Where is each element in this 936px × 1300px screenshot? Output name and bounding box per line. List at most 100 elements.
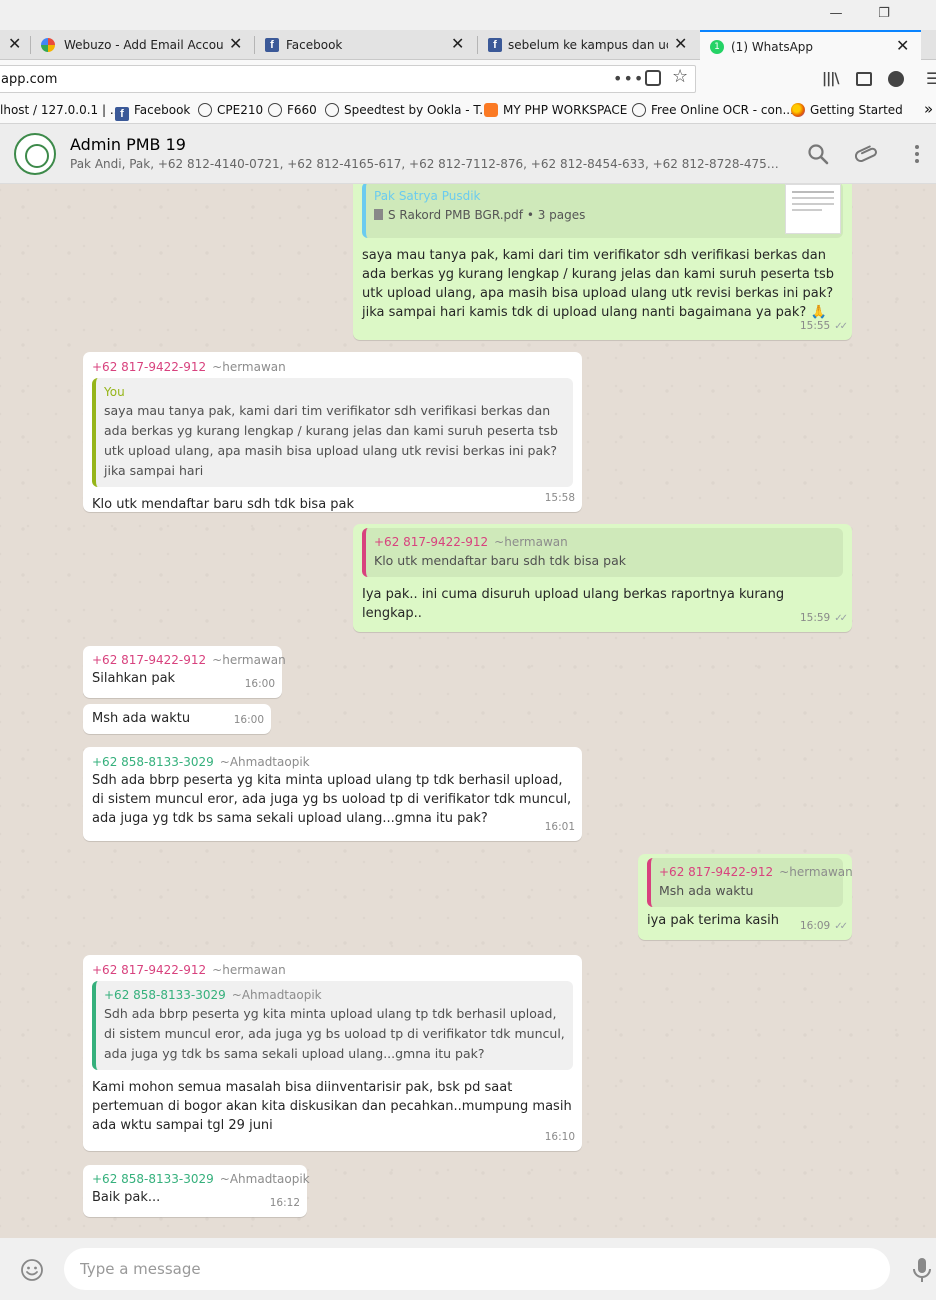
read-receipt-icon: ✓✓ <box>834 613 848 624</box>
quoted-message[interactable]: +62 858-8133-3029 ~Ahmadtaopik Sdh ada bb… <box>92 981 573 1070</box>
quoted-sender-number: +62 817-9422-912 <box>659 865 774 879</box>
message-outgoing[interactable]: +62 817-9422-912 ~hermawan Msh ada waktu … <box>638 854 853 940</box>
close-icon[interactable]: ✕ <box>8 35 21 53</box>
close-icon[interactable]: ✕ <box>229 35 242 53</box>
message-input[interactable] <box>80 1258 860 1280</box>
message-time: 15:59 <box>799 612 831 624</box>
facebook-icon: f <box>488 38 502 52</box>
whatsapp-icon: 1 <box>710 40 724 54</box>
webuzo-icon <box>41 38 55 52</box>
quoted-file-info: S Rakord PMB BGR.pdf • 3 pages <box>374 205 773 225</box>
chat-header[interactable]: Admin PMB 19 Pak Andi, Pak, +62 812-4140… <box>0 124 936 184</box>
quoted-sender: +62 817-9422-912 ~hermawan <box>374 533 835 551</box>
sender-number: +62 817-9422-912 <box>92 653 207 667</box>
read-receipt-icon: ✓✓ <box>834 321 848 332</box>
bookmark-star-icon[interactable]: ☆ <box>672 68 688 86</box>
bookmark-online-ocr[interactable]: Free Online OCR - con... <box>632 103 794 117</box>
message-incoming[interactable]: +62 858-8133-3029 ~Ahmadtaopik Baik pak..… <box>83 1165 310 1217</box>
more-options-icon[interactable] <box>905 142 929 166</box>
message-text: Baik pak... <box>92 1190 161 1205</box>
message-sender: +62 817-9422-912 ~hermawan <box>92 358 573 376</box>
globe-icon <box>268 103 282 117</box>
bookmarks-overflow-icon[interactable]: » <box>924 100 933 118</box>
group-avatar[interactable] <box>14 133 56 175</box>
microphone-icon[interactable] <box>912 1257 932 1283</box>
bookmark-label: Speedtest by Ookla - T... <box>344 103 491 117</box>
bookmark-label: Getting Started <box>810 103 903 117</box>
message-sender: +62 858-8133-3029 ~Ahmadtaopik <box>92 1170 310 1188</box>
message-text: Kami mohon semua masalah bisa diinventar… <box>92 1080 572 1133</box>
message-outgoing[interactable]: +62 817-9422-912 ~hermawan Klo utk mendaf… <box>353 524 852 632</box>
bookmark-label: F660 <box>287 103 317 117</box>
bookmark-label: CPE210 <box>217 103 264 117</box>
sender-name: ~hermawan <box>212 360 286 374</box>
chat-messages-area[interactable]: Pak Satrya Pusdik S Rakord PMB BGR.pdf •… <box>0 184 936 1238</box>
bookmark-localhost[interactable]: lhost / 127.0.0.1 | ... <box>0 103 121 117</box>
message-time: 16:00 <box>233 714 264 726</box>
quoted-document[interactable]: Pak Satrya Pusdik S Rakord PMB BGR.pdf •… <box>362 184 843 238</box>
message-incoming[interactable]: +62 817-9422-912 ~hermawan You saya mau t… <box>83 352 582 512</box>
tab-webuzo[interactable]: Webuzo - Add Email Account ✕ <box>31 30 254 60</box>
facebook-icon: f <box>115 107 129 121</box>
bookmark-getting-started[interactable]: Getting Started <box>791 103 903 117</box>
navigation-bar: app.com ••• ☆ |||\ ☰ <box>0 60 936 98</box>
quoted-sender-number: +62 817-9422-912 <box>374 535 489 549</box>
attach-icon[interactable] <box>855 142 879 166</box>
message-incoming[interactable]: +62 817-9422-912 ~hermawan +62 858-8133-3… <box>83 955 582 1151</box>
bookmarks-toolbar: lhost / 127.0.0.1 | ... f Facebook CPE210… <box>0 98 936 124</box>
bookmark-label: Free Online OCR - con... <box>651 103 794 117</box>
tab-facebook[interactable]: f Facebook ✕ <box>255 30 477 60</box>
tab-partial[interactable]: ✕ <box>0 30 30 60</box>
account-icon[interactable] <box>888 71 904 87</box>
bookmark-label: lhost / 127.0.0.1 | ... <box>0 103 122 117</box>
facebook-icon: f <box>265 38 279 52</box>
message-outgoing[interactable]: Pak Satrya Pusdik S Rakord PMB BGR.pdf •… <box>353 184 852 340</box>
restore-icon[interactable]: ❐ <box>872 4 896 24</box>
bookmark-f660[interactable]: F660 <box>268 103 317 117</box>
message-time: 16:10 <box>544 1131 575 1143</box>
quoted-sender-name: ~hermawan <box>494 535 568 549</box>
bookmark-speedtest[interactable]: Speedtest by Ookla - T... <box>325 103 491 117</box>
message-input-wrapper[interactable] <box>64 1248 890 1290</box>
menu-icon[interactable]: ☰ <box>926 70 936 88</box>
library-icon[interactable]: |||\ <box>822 70 839 88</box>
tab-title: (1) WhatsApp <box>731 40 814 54</box>
close-icon[interactable]: ✕ <box>674 35 687 53</box>
message-incoming[interactable]: Msh ada waktu 16:00 <box>83 704 271 734</box>
close-icon[interactable]: ✕ <box>451 35 464 53</box>
xampp-icon <box>484 103 498 117</box>
bookmark-cpe210[interactable]: CPE210 <box>198 103 263 117</box>
bookmark-php-workspace[interactable]: MY PHP WORKSPACE <box>484 103 627 117</box>
search-icon[interactable] <box>806 142 830 166</box>
message-text: Klo utk mendaftar baru sdh tdk bisa pak <box>92 497 355 512</box>
minimize-icon[interactable]: — <box>824 4 848 24</box>
message-time: 15:58 <box>544 492 575 504</box>
quoted-message[interactable]: +62 817-9422-912 ~hermawan Msh ada waktu <box>647 858 853 907</box>
bookmark-facebook[interactable]: f Facebook <box>115 103 190 121</box>
address-bar[interactable]: app.com ••• ☆ <box>0 65 696 93</box>
message-time: 16:09 <box>799 920 831 932</box>
message-incoming[interactable]: +62 817-9422-912 ~hermawan Silahkan pak 1… <box>83 646 286 698</box>
message-time: 16:00 <box>244 678 275 690</box>
sidebar-icon[interactable] <box>856 72 872 86</box>
emoji-icon[interactable] <box>20 1258 44 1282</box>
firefox-icon <box>791 103 805 117</box>
sender-name: ~hermawan <box>212 653 286 667</box>
tab-title: sebelum ke kampus dan udah <box>508 38 668 52</box>
message-sender: +62 858-8133-3029 ~Ahmadtaopik <box>92 753 573 771</box>
group-title: Admin PMB 19 <box>70 135 186 154</box>
page-actions-icon[interactable]: ••• <box>613 70 644 88</box>
pocket-icon[interactable] <box>645 70 661 86</box>
tab-facebook-post[interactable]: f sebelum ke kampus dan udah ✕ <box>478 30 699 60</box>
quoted-message[interactable]: +62 817-9422-912 ~hermawan Klo utk mendaf… <box>362 528 843 577</box>
message-text: saya mau tanya pak, kami dari tim verifi… <box>362 248 835 320</box>
quoted-text: saya mau tanya pak, kami dari tim verifi… <box>104 403 558 478</box>
message-time: 15:55 <box>799 320 831 332</box>
globe-icon <box>325 103 339 117</box>
message-meta: 15:55 ✓✓ <box>799 317 848 336</box>
sender-number: +62 817-9422-912 <box>92 360 207 374</box>
message-incoming[interactable]: +62 858-8133-3029 ~Ahmadtaopik Sdh ada bb… <box>83 747 582 841</box>
tab-whatsapp[interactable]: 1 (1) WhatsApp ✕ <box>700 30 921 61</box>
close-icon[interactable]: ✕ <box>896 37 909 55</box>
quoted-message[interactable]: You saya mau tanya pak, kami dari tim ve… <box>92 378 573 487</box>
